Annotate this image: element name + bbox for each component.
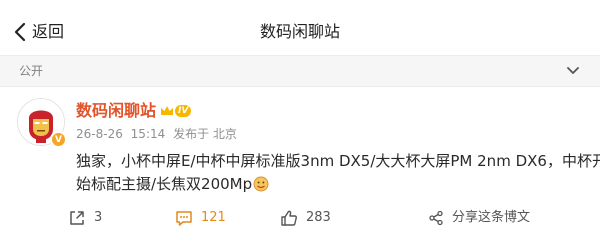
author-row: 数码闲聊站 IV xyxy=(76,100,192,122)
visibility-label: 公开 xyxy=(19,64,44,78)
content-line: 独家，小杯中屏E/中杯中屏标准版3nm DX5/大大杯大屏PM 2nm DX6，… xyxy=(76,152,600,170)
share-label: 分享这条博文 xyxy=(452,210,531,225)
like-count: 283 xyxy=(306,210,331,225)
avatar[interactable]: V xyxy=(17,98,67,148)
emoji-icon xyxy=(253,176,269,192)
page-title: 数码闲聊站 xyxy=(259,22,340,41)
comment-count: 121 xyxy=(201,210,226,225)
share-icon xyxy=(429,210,443,226)
visibility-bar[interactable]: 公开 xyxy=(0,55,600,87)
post-card: V 数码闲聊站 IV 26-8-26 15:14 发布于 北京 独家，小杯中屏E… xyxy=(0,88,600,247)
comment-icon xyxy=(176,211,192,226)
crown-icon xyxy=(161,106,174,115)
action-bar: 3 121 283 分享这条博文 xyxy=(0,207,600,229)
author-name[interactable]: 数码闲聊站 xyxy=(76,100,156,122)
post-content: 独家，小杯中屏E/中杯中屏标准版3nm DX5/大大杯大屏PM 2nm DX6，… xyxy=(76,150,600,196)
verified-badge: V xyxy=(50,131,67,148)
chevron-down-icon[interactable] xyxy=(566,66,580,76)
repost-count: 3 xyxy=(94,210,103,225)
like-button[interactable]: 283 xyxy=(280,207,331,229)
content-line-wrap: 始标配主摄/长焦双200Mp xyxy=(76,173,588,196)
top-bar: 返回 数码闲聊站 xyxy=(0,0,600,62)
level-badge: IV xyxy=(175,105,192,117)
share-button[interactable]: 分享这条博文 xyxy=(428,207,530,229)
repost-button[interactable]: 3 xyxy=(68,207,102,229)
post-time: 15:14 xyxy=(130,127,166,141)
post-location: 发布于 北京 xyxy=(173,127,237,141)
thumbs-up-icon xyxy=(281,210,297,226)
comment-button[interactable]: 121 xyxy=(175,207,226,229)
post-date: 26-8-26 xyxy=(76,127,123,141)
post-meta: 26-8-26 15:14 发布于 北京 xyxy=(76,126,241,142)
content-line: 始标配主摄/长焦双200Mp xyxy=(76,175,253,193)
repost-icon xyxy=(70,211,84,225)
